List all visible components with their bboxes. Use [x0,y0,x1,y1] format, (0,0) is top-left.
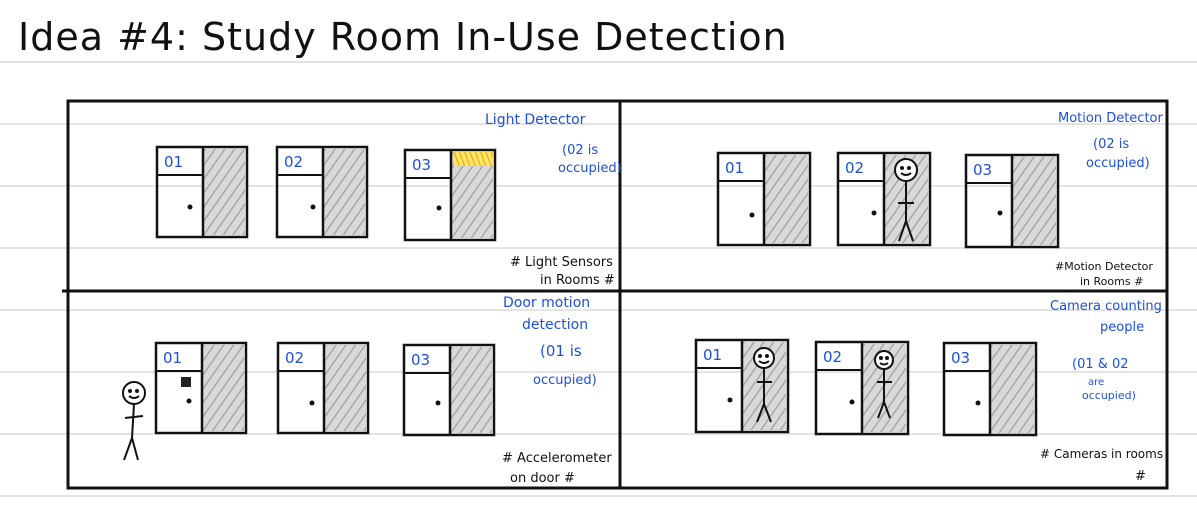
door-panel-note-line2: on door # [510,471,575,486]
door-knob [309,400,315,406]
room-number: 01 [703,346,722,364]
room-02: 02 [275,145,369,239]
motion-panel-note-line2: in Rooms # [1080,275,1143,288]
room-02: 02 [814,340,910,436]
room-03: 03 [402,343,496,437]
room-number: 03 [951,349,970,367]
light-panel-note-line1: # Light Sensors [510,255,613,270]
room-01: 01 [154,341,248,435]
camera-panel-note-line1: # Cameras in rooms [1040,447,1163,461]
room-number: 02 [845,159,864,177]
light-on-indicator [453,152,493,166]
room-number: 03 [973,161,992,179]
motion-panel-status-line2: occupied) [1086,156,1150,171]
room-number: 03 [411,351,430,369]
door-knob [435,400,441,406]
room-02: 02 [276,341,370,435]
room-03: 03 [964,153,1060,249]
page-title: Idea #4: Study Room In-Use Detection [18,15,788,59]
room-02: 02 [836,151,932,247]
accelerometer-sensor [181,377,191,387]
camera-panel-status-line1: (01 & 02 [1072,357,1129,372]
room-01: 01 [155,145,249,239]
light-panel-note-line2: in Rooms # [540,273,615,288]
light-panel-heading: Light Detector [485,112,586,128]
room-number: 01 [164,153,183,171]
motion-panel-heading: Motion Detector [1058,111,1164,126]
room-01: 01 [694,338,790,434]
room-03: 03 [942,341,1038,437]
motion-panel-status-line1: (02 is [1093,137,1129,152]
motion-panel-note-line1: #Motion Detector [1055,260,1153,273]
door-panel-status-line1: (01 is [540,342,582,360]
door-knob [849,399,855,405]
camera-panel-status-line3: occupied) [1082,389,1136,402]
door-knob [186,398,192,404]
camera-panel-heading-line2: people [1100,320,1144,335]
room-03: 03 [403,148,497,242]
panel-camera-counting: Camera counting people (01 & 02 are occu… [694,299,1163,484]
camera-panel-heading-line1: Camera counting [1050,299,1162,314]
door-knob [871,210,877,216]
room-01: 01 [716,151,812,247]
light-panel-status-line1: (02 is [562,143,598,158]
door-knob [727,397,733,403]
stick-figure-outside [122,381,146,461]
room-number: 03 [412,156,431,174]
door-knob [749,212,755,218]
room-number: 02 [823,348,842,366]
panel-door-motion-detection: Door motion detection (01 is occupied) #… [122,295,612,486]
room-number: 02 [285,349,304,367]
door-panel-heading-line2: detection [522,317,588,333]
camera-panel-status-line2: are [1088,377,1104,388]
door-knob [975,400,981,406]
room-number: 01 [725,159,744,177]
door-panel-heading-line1: Door motion [503,295,590,311]
camera-panel-note-line2: # [1135,469,1146,484]
door-panel-note-line1: # Accelerometer [502,451,612,466]
diagram-canvas: Idea #4: Study Room In-Use Detection Lig… [0,15,1197,497]
door-knob [997,210,1003,216]
door-knob [310,204,316,210]
room-number: 02 [284,153,303,171]
panel-motion-detector: Motion Detector (02 is occupied) #Motion… [716,111,1164,288]
door-knob [187,204,193,210]
door-panel-status-line2: occupied) [533,373,597,388]
door-knob [436,205,442,211]
light-panel-status-line2: occupied) [558,161,622,176]
room-number: 01 [163,349,182,367]
panel-light-detector: Light Detector (02 is occupied) # Light … [155,112,622,288]
